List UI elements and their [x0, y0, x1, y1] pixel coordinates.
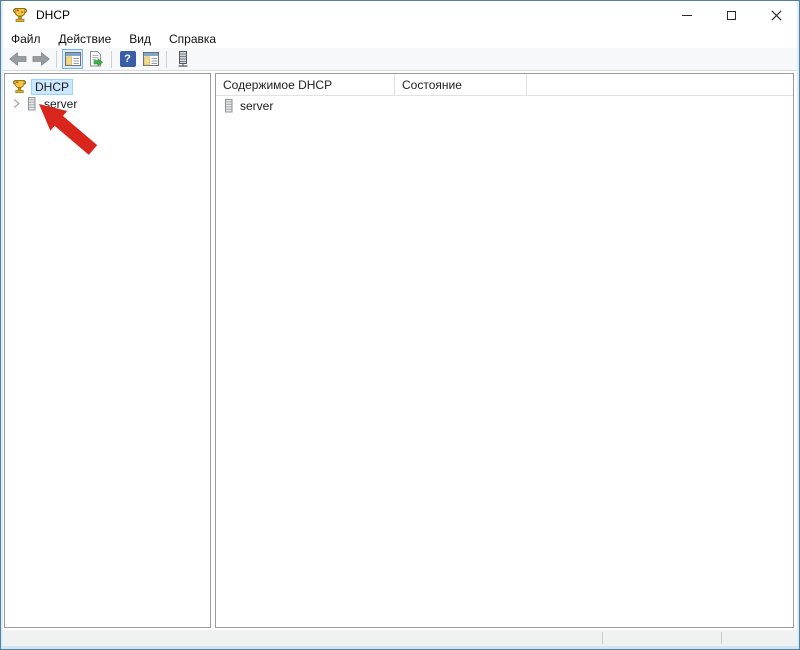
properties-window-icon	[143, 52, 159, 66]
maximize-icon	[727, 11, 736, 20]
server-status-button[interactable]	[172, 49, 193, 69]
menu-view[interactable]: Вид	[120, 30, 160, 48]
close-icon	[771, 10, 782, 21]
export-list-icon	[88, 51, 104, 67]
statusbar	[1, 630, 799, 646]
menu-action[interactable]: Действие	[50, 30, 121, 48]
menu-file[interactable]: Файл	[2, 30, 50, 48]
statusbar-separator	[602, 632, 603, 644]
titlebar[interactable]: DHCP	[1, 1, 799, 29]
server-icon	[223, 99, 234, 113]
column-header-contents[interactable]: Содержимое DHCP	[216, 74, 395, 95]
red-arrow-annotation	[31, 98, 109, 162]
forward-icon	[32, 52, 50, 66]
column-header-status[interactable]: Состояние	[395, 74, 527, 95]
chevron-right-icon[interactable]	[12, 98, 22, 109]
window-title: DHCP	[36, 8, 70, 22]
properties-window-button[interactable]	[140, 49, 161, 69]
list-row-name: server	[240, 99, 273, 113]
show-console-tree-button[interactable]	[62, 49, 83, 69]
help-button[interactable]: ?	[117, 49, 138, 69]
window-frame-bottom	[1, 646, 799, 649]
maximize-button[interactable]	[709, 1, 754, 29]
close-button[interactable]	[754, 1, 799, 29]
dhcp-console-window: DHCP Файл Действие Вид Справка	[0, 0, 800, 650]
forward-button[interactable]	[30, 49, 51, 69]
statusbar-separator	[721, 632, 722, 644]
help-icon: ?	[120, 51, 136, 67]
toolbar-separator	[56, 51, 57, 68]
toolbar: ?	[1, 48, 799, 71]
list-header: Содержимое DHCP Состояние	[216, 74, 793, 96]
menu-help[interactable]: Справка	[160, 30, 225, 48]
back-button[interactable]	[7, 49, 28, 69]
server-status-icon	[176, 51, 190, 67]
list-row-server[interactable]: server	[216, 96, 793, 115]
toolbar-separator	[111, 51, 112, 68]
toolbar-separator	[166, 51, 167, 68]
main-area: DHCP	[1, 71, 799, 630]
minimize-button[interactable]	[664, 1, 709, 29]
dhcp-app-icon	[12, 7, 28, 23]
details-pane: Содержимое DHCP Состояние server	[215, 73, 794, 628]
show-console-tree-icon	[65, 52, 81, 66]
tree-root-dhcp[interactable]: DHCP	[5, 78, 210, 95]
back-icon	[9, 52, 27, 66]
tree-root-label[interactable]: DHCP	[31, 79, 73, 95]
dhcp-console-icon	[12, 79, 27, 94]
menubar: Файл Действие Вид Справка	[1, 29, 799, 48]
minimize-icon	[682, 15, 692, 16]
export-list-button[interactable]	[85, 49, 106, 69]
